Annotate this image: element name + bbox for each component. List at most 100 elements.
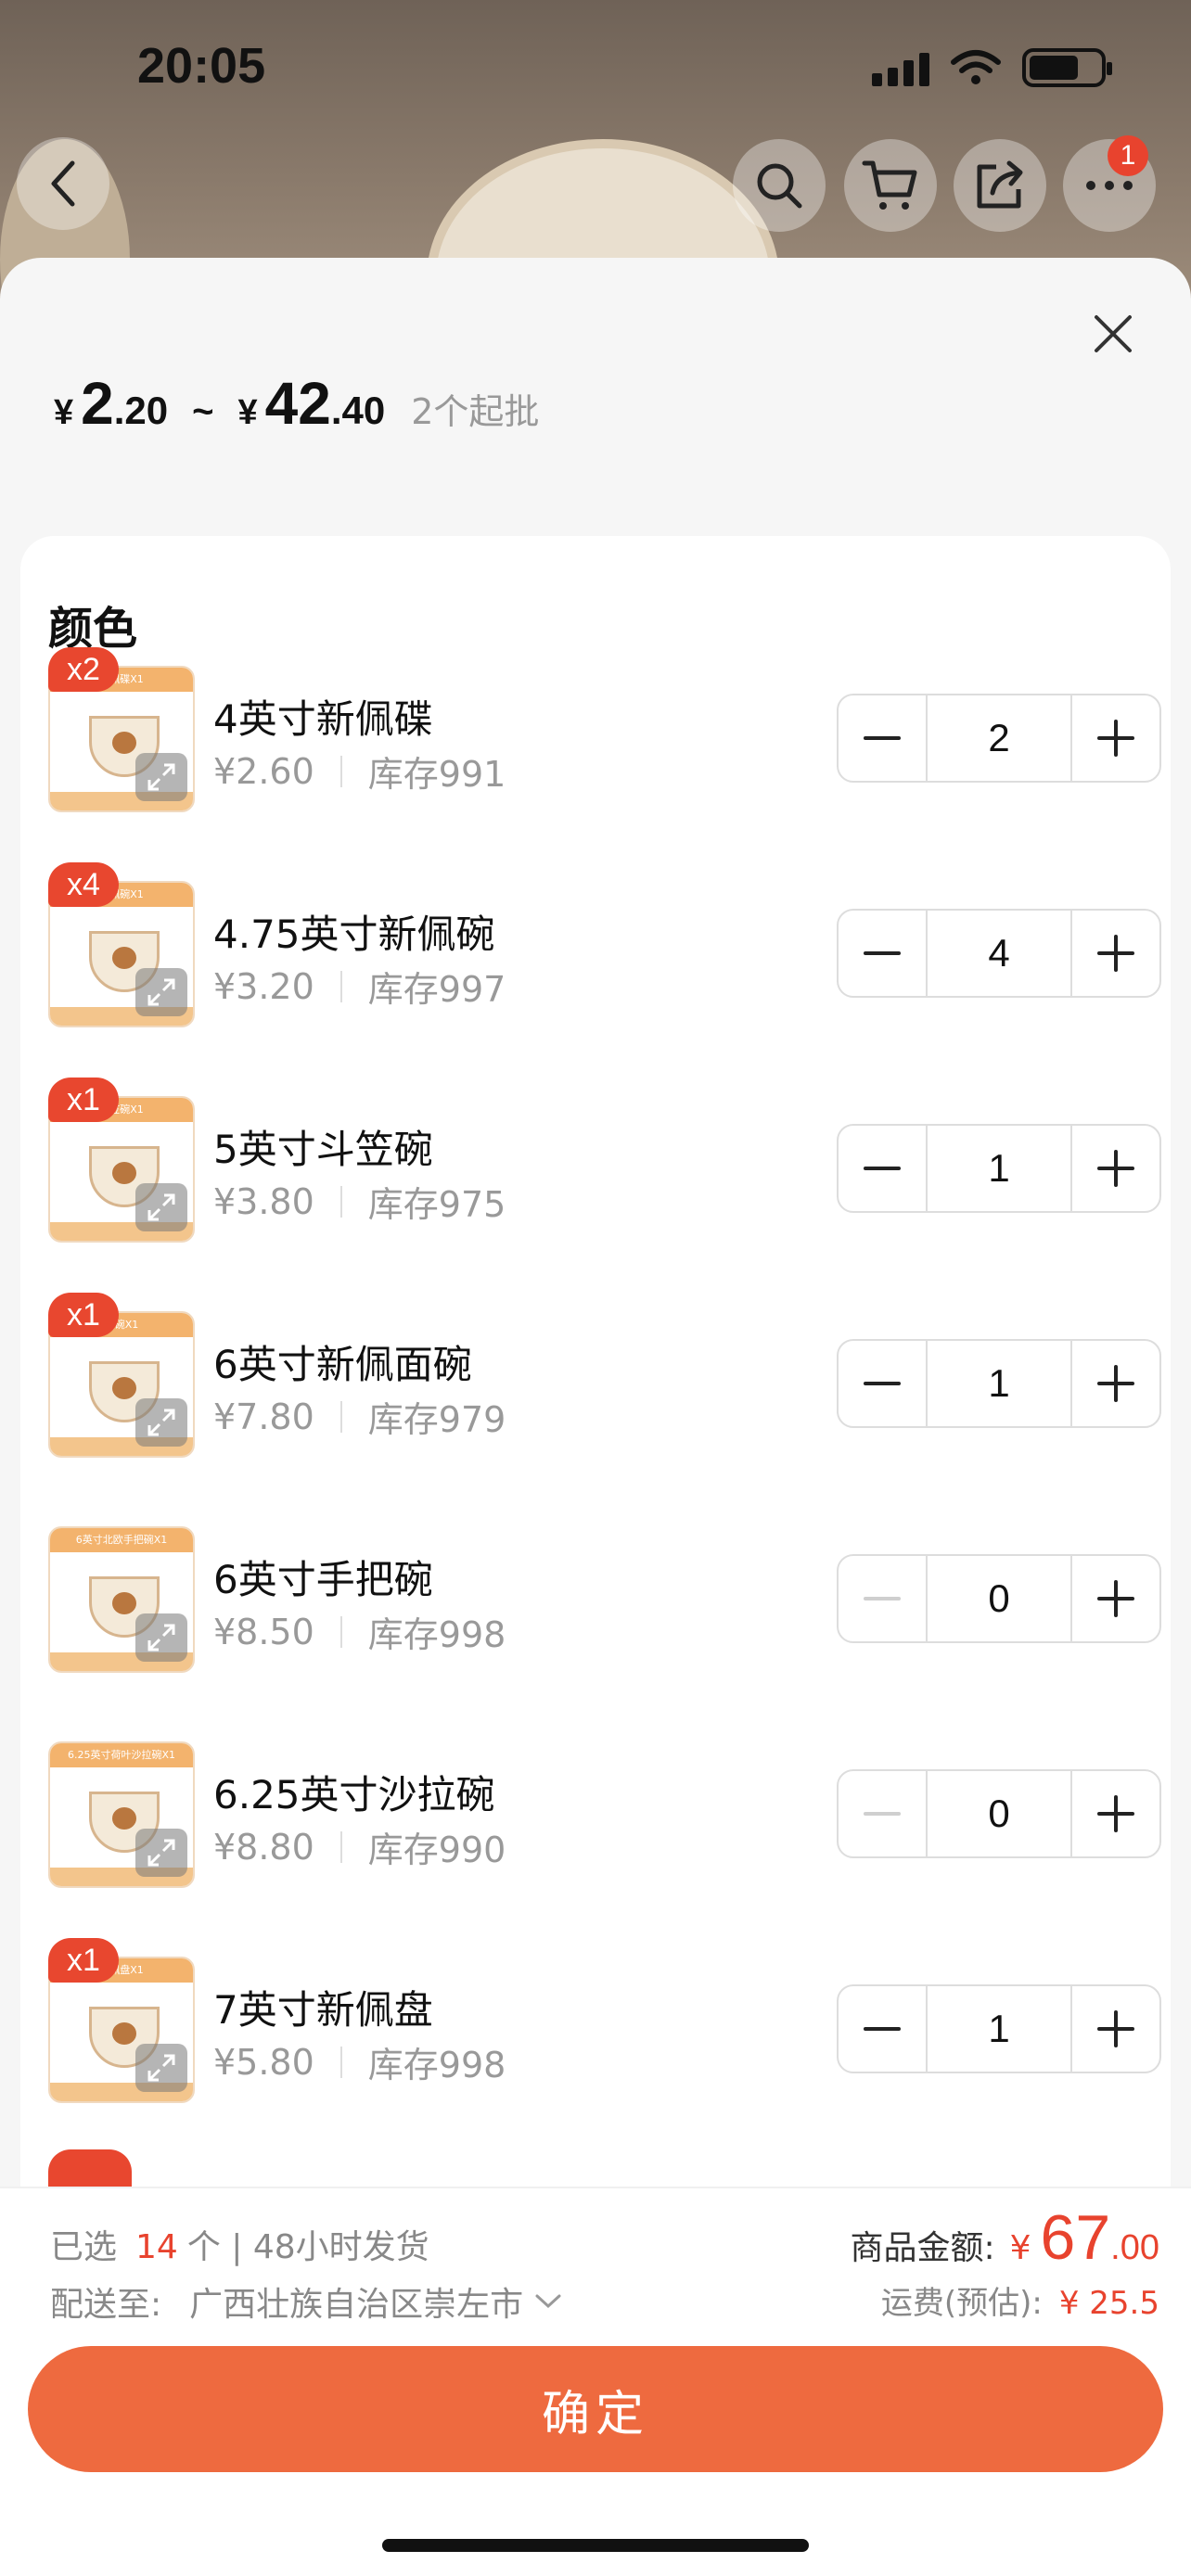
range-tilde: ~	[192, 391, 214, 432]
increment-button[interactable]	[1072, 1341, 1159, 1426]
cart-button[interactable]	[844, 139, 937, 232]
wifi-icon	[951, 50, 1001, 84]
sku-item: x4 新佩碗X1 4.75英寸新佩碗 ¥3.20 库存997 4	[48, 862, 1161, 1048]
expand-icon	[147, 1839, 175, 1867]
currency-symbol: ¥	[237, 393, 258, 432]
expand-icon	[147, 1409, 175, 1436]
sku-name: 6英寸新佩面碗	[213, 1342, 472, 1387]
decrement-button[interactable]	[839, 1341, 926, 1426]
confirm-button[interactable]: 确定	[28, 2346, 1163, 2472]
increment-button[interactable]	[1072, 1771, 1159, 1856]
expand-image-button[interactable]	[135, 753, 187, 801]
selected-count: 14	[135, 2228, 178, 2266]
total-dec: .00	[1110, 2228, 1159, 2267]
sku-name: 6英寸手把碗	[213, 1557, 433, 1602]
sku-meta: ¥7.80 库存979	[213, 1391, 506, 1442]
max-price-int: 42	[264, 370, 331, 437]
freight-label: 运费(预估):	[880, 2285, 1043, 2322]
expand-icon	[147, 978, 175, 1006]
sku-stock: 库存975	[367, 1184, 506, 1225]
minus-icon	[864, 2027, 901, 2031]
quantity-value[interactable]: 4	[926, 911, 1072, 996]
cellular-signal-icon	[872, 49, 929, 86]
min-price-int: 2	[81, 370, 114, 437]
quantity-value[interactable]: 0	[926, 1771, 1072, 1856]
expand-icon	[147, 2054, 175, 2082]
sku-price: ¥8.50	[213, 1611, 314, 1652]
close-button[interactable]	[1085, 306, 1141, 362]
decrement-button[interactable]	[839, 1126, 926, 1211]
expand-image-button[interactable]	[135, 1398, 187, 1447]
selected-qty-badge: x1	[48, 1078, 119, 1122]
sku-stock: 库存979	[367, 1399, 506, 1440]
decrement-button[interactable]	[839, 911, 926, 996]
decrement-button[interactable]	[839, 1556, 926, 1641]
sku-name: 4英寸新佩碟	[213, 696, 433, 742]
goods-total: 商品金额: ¥ 67 .00	[850, 2201, 1159, 2274]
cart-icon	[862, 160, 917, 210]
share-icon	[977, 160, 1023, 209]
sku-thumbnail[interactable]: 6英寸北欧手把碗X1	[48, 1526, 195, 1673]
expand-icon	[147, 763, 175, 791]
selected-summary: 已选 14 个 | 48小时发货	[50, 2220, 429, 2268]
expand-image-button[interactable]	[135, 1613, 187, 1662]
expand-image-button[interactable]	[135, 1829, 187, 1877]
thumbnail-caption: 6英寸北欧手把碗X1	[50, 1528, 193, 1552]
sku-item: 6英寸北欧手把碗X1 6英寸手把碗 ¥8.50 库存998 0	[48, 1508, 1161, 1693]
sku-item: x1 新佩盘X1 7英寸新佩盘 ¥5.80 库存998 1	[48, 1938, 1161, 2123]
minus-icon	[864, 1597, 901, 1600]
ship-destination: 广西壮族自治区崇左市	[189, 2286, 524, 2324]
increment-button[interactable]	[1072, 1126, 1159, 1211]
status-time: 20:05	[137, 38, 266, 94]
chevron-down-icon	[535, 2294, 561, 2309]
price-range: ¥ 2 .20 ~ ¥ 42 .40 2个起批	[54, 369, 539, 438]
selected-prefix: 已选	[50, 2228, 118, 2266]
increment-button[interactable]	[1072, 911, 1159, 996]
decrement-button[interactable]	[839, 695, 926, 781]
minus-icon	[864, 951, 901, 955]
selected-qty-badge: x1	[48, 1938, 119, 1983]
quantity-value[interactable]: 0	[926, 1556, 1072, 1641]
sku-name: 6.25英寸沙拉碗	[213, 1772, 495, 1817]
expand-image-button[interactable]	[135, 1183, 187, 1231]
expand-image-button[interactable]	[135, 968, 187, 1016]
sku-thumbnail[interactable]: 6.25英寸荷叶沙拉碗X1	[48, 1741, 195, 1888]
battery-icon	[1022, 48, 1112, 87]
sku-price: ¥5.80	[213, 2041, 314, 2083]
decrement-button[interactable]	[839, 1771, 926, 1856]
more-button[interactable]: 1	[1063, 135, 1156, 232]
sku-item: x1 斗笠碗X1 5英寸斗笠碗 ¥3.80 库存975 1	[48, 1078, 1161, 1263]
sku-meta: ¥8.80 库存990	[213, 1821, 506, 1872]
sku-price: ¥3.20	[213, 965, 314, 1007]
currency-symbol: ¥	[1009, 2229, 1031, 2267]
more-dots-icon	[1086, 181, 1133, 190]
expand-image-button[interactable]	[135, 2044, 187, 2092]
increment-button[interactable]	[1072, 1986, 1159, 2072]
quantity-value[interactable]: 1	[926, 1341, 1072, 1426]
sku-price: ¥8.80	[213, 1826, 314, 1868]
min-order-qty: 2个起批	[411, 391, 540, 432]
minus-icon	[864, 1812, 901, 1816]
sku-price: ¥3.80	[213, 1180, 314, 1222]
increment-button[interactable]	[1072, 1556, 1159, 1641]
quantity-value[interactable]: 1	[926, 1986, 1072, 2072]
minus-icon	[864, 1167, 901, 1170]
quantity-stepper: 1	[837, 1339, 1161, 1428]
quantity-stepper: 2	[837, 694, 1161, 783]
quantity-value[interactable]: 2	[926, 695, 1072, 781]
decrement-button[interactable]	[839, 1986, 926, 2072]
sku-stock: 库存998	[367, 2045, 506, 2085]
back-button[interactable]	[17, 137, 109, 230]
share-button[interactable]	[954, 139, 1046, 232]
selected-suffix: 个 | 48小时发货	[186, 2228, 429, 2266]
sku-price: ¥7.80	[213, 1396, 314, 1437]
increment-button[interactable]	[1072, 695, 1159, 781]
sku-meta: ¥8.50 库存998	[213, 1606, 506, 1657]
quantity-value[interactable]: 1	[926, 1126, 1072, 1211]
sku-price: ¥2.60	[213, 750, 314, 792]
sku-item: x1 面碗X1 6英寸新佩面碗 ¥7.80 库存979 1	[48, 1293, 1161, 1478]
shipping-destination[interactable]: 配送至: 广西壮族自治区崇左市	[50, 2277, 564, 2326]
search-button[interactable]	[733, 139, 826, 232]
sku-stock: 库存998	[367, 1614, 506, 1655]
close-icon	[1095, 315, 1132, 352]
